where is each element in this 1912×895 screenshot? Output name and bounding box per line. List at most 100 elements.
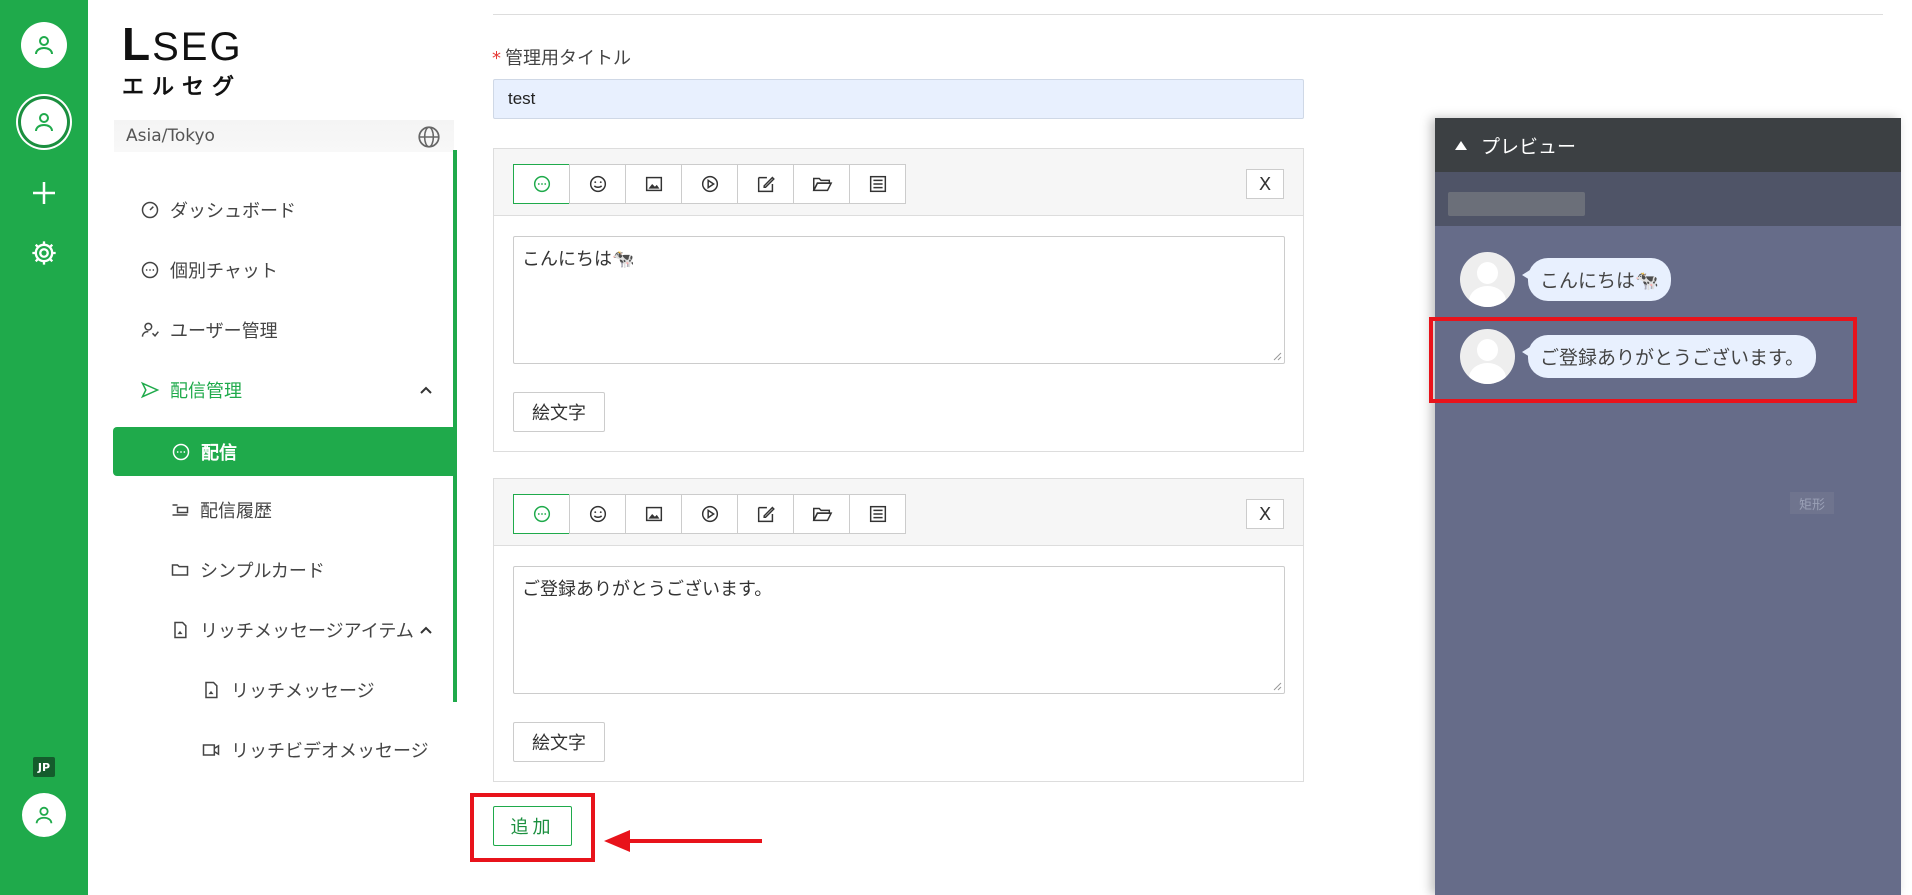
chat-bubble-icon	[141, 261, 159, 279]
message-block: X ご登録ありがとうございます。 絵文字	[493, 478, 1304, 782]
sidebar-item-rich-message-items[interactable]: リッチメッセージアイテム	[170, 610, 450, 650]
folder-tool[interactable]	[793, 164, 850, 204]
preview-name-placeholder	[1448, 192, 1585, 216]
sidebar-item-delivery-history[interactable]: 配信履歴	[170, 490, 272, 530]
language-badge[interactable]: JP	[33, 757, 55, 777]
resize-grip-icon[interactable]	[1272, 351, 1282, 361]
sticker-icon	[589, 175, 606, 193]
preview-title: プレビュー	[1481, 135, 1577, 158]
video-tool[interactable]	[681, 164, 738, 204]
profile-avatar-button[interactable]	[22, 793, 66, 837]
folder-open-icon	[812, 507, 832, 522]
chat-bubble-icon	[172, 443, 190, 460]
logo-katakana: エルセグ	[122, 74, 243, 99]
list-icon	[869, 175, 886, 193]
arrow-annotation-icon	[604, 830, 762, 852]
admin-title-label: * 管理用タイトル	[492, 44, 631, 70]
brand-logo: LSEG エルセグ	[122, 21, 243, 101]
image-tool[interactable]	[625, 164, 682, 204]
text-message-tool[interactable]	[513, 494, 570, 534]
shape-label: 矩形	[1790, 492, 1834, 514]
user-icon	[35, 113, 53, 132]
admin-title-label-text: 管理用タイトル	[505, 48, 631, 69]
resize-grip-icon[interactable]	[1272, 681, 1282, 691]
image-tool[interactable]	[625, 494, 682, 534]
user-icon	[35, 806, 53, 824]
list-tool[interactable]	[849, 494, 906, 534]
edit-tool[interactable]	[737, 494, 794, 534]
logo-text: SEG	[152, 25, 243, 69]
app-rail: JP	[0, 0, 88, 895]
play-icon	[701, 505, 718, 523]
sidebar-item-label: 配信管理	[170, 381, 242, 402]
list-icon	[869, 505, 886, 523]
admin-title-input[interactable]: test	[493, 79, 1304, 119]
gauge-icon	[141, 201, 159, 219]
emoji-button[interactable]: 絵文字	[513, 392, 605, 432]
sidebar-scroll-indicator	[453, 150, 457, 702]
sidebar-item-dashboard[interactable]: ダッシュボード	[140, 190, 296, 230]
chat-bubble-icon	[533, 505, 550, 523]
sidebar-item-label: 配信	[201, 442, 237, 464]
file-image-icon	[174, 621, 187, 639]
text-message-tool[interactable]	[513, 164, 570, 204]
sidebar-item-label: リッチビデオメッセージ	[231, 741, 429, 762]
highlight-box	[470, 793, 595, 862]
sidebar-item-label: 個別チャット	[170, 261, 278, 282]
active-account-avatar-button[interactable]	[21, 99, 67, 145]
video-icon	[202, 744, 220, 756]
account-avatar-button[interactable]	[21, 22, 67, 68]
chevron-up-icon[interactable]	[418, 382, 434, 398]
chat-bubble-icon	[533, 175, 550, 193]
folder-icon	[171, 564, 189, 576]
highlight-box	[1429, 317, 1857, 403]
sidebar-item-users[interactable]: ユーザー管理	[140, 310, 278, 350]
remove-message-button[interactable]: X	[1246, 499, 1284, 529]
preview-panel: プレビュー こんにちは🐄 ご登録ありがとうございます。 矩形	[1435, 118, 1901, 895]
required-mark: *	[492, 48, 501, 69]
sidebar-item-label: リッチメッセージアイテム	[200, 621, 414, 642]
image-icon	[645, 506, 662, 522]
chevron-up-icon[interactable]	[418, 622, 434, 638]
message-toolbar: X	[494, 479, 1303, 546]
message-toolbar: X	[494, 149, 1303, 216]
sidebar-item-simple-card[interactable]: シンプルカード	[170, 550, 325, 590]
folder-tool[interactable]	[793, 494, 850, 534]
message-textarea[interactable]: こんにちは🐄	[513, 236, 1285, 364]
collapse-triangle-icon[interactable]	[1455, 140, 1467, 150]
preview-subheader	[1435, 172, 1901, 226]
sidebar-item-delivery-management[interactable]: 配信管理	[140, 370, 440, 410]
sidebar-item-label: リッチメッセージ	[231, 681, 375, 702]
video-tool[interactable]	[681, 494, 738, 534]
sticker-tool[interactable]	[569, 494, 626, 534]
edit-tool[interactable]	[737, 164, 794, 204]
divider	[493, 14, 1883, 15]
timezone-selector[interactable]: Asia/Tokyo	[114, 120, 454, 152]
send-icon	[140, 381, 160, 399]
sidebar-item-label: シンプルカード	[200, 561, 325, 582]
image-icon	[645, 176, 662, 192]
sidebar-item-label: ダッシュボード	[170, 201, 296, 222]
sticker-tool[interactable]	[569, 164, 626, 204]
list-tool[interactable]	[849, 164, 906, 204]
sidebar-item-delivery[interactable]: 配信	[113, 427, 455, 476]
file-image-icon	[205, 681, 218, 699]
message-textarea[interactable]: ご登録ありがとうございます。	[513, 566, 1285, 694]
sidebar-item-chat[interactable]: 個別チャット	[140, 250, 278, 290]
sidebar-item-rich-video-message[interactable]: リッチビデオメッセージ	[201, 730, 429, 770]
message-block: X こんにちは🐄 絵文字	[493, 148, 1304, 452]
add-account-plus-icon[interactable]	[31, 180, 57, 206]
globe-icon[interactable]	[416, 124, 442, 150]
preview-bubble: こんにちは🐄	[1522, 258, 1671, 301]
timezone-label: Asia/Tokyo	[126, 126, 215, 146]
sidebar-item-label: ユーザー管理	[170, 321, 278, 342]
remove-message-button[interactable]: X	[1246, 169, 1284, 199]
gear-icon[interactable]	[30, 239, 58, 267]
edit-icon	[757, 176, 775, 193]
emoji-button[interactable]: 絵文字	[513, 722, 605, 762]
preview-header[interactable]: プレビュー	[1435, 118, 1901, 172]
edit-icon	[757, 506, 775, 523]
folder-open-icon	[812, 177, 832, 192]
sidebar-item-rich-message[interactable]: リッチメッセージ	[201, 670, 375, 710]
sidebar-item-label: 配信履歴	[200, 501, 272, 522]
